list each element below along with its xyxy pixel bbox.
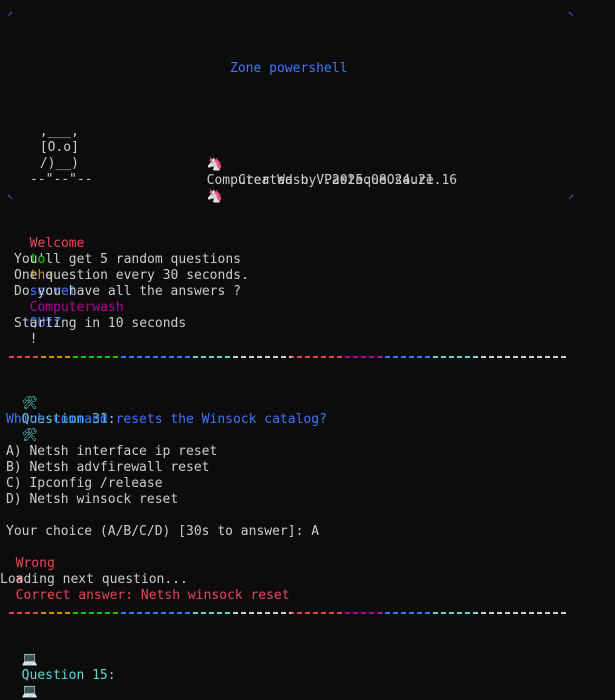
welcome-word: !: [29, 332, 38, 347]
loading-text: Loading next question...: [0, 572, 188, 587]
option-c: C) Ipconfig /release: [6, 476, 163, 491]
separator: [6, 612, 566, 614]
ascii-owl-line-4: --"--"--: [30, 172, 93, 187]
created-by: Created by PastequeOsaure: [238, 173, 434, 188]
intro-line-1: You'll get 5 random questions: [14, 252, 241, 267]
computer-icon: 💻: [21, 652, 38, 667]
question-text: Which command resets the Winsock catalog…: [6, 412, 327, 427]
unicorn-icon: 🦄: [206, 157, 223, 172]
option-b: B) Netsh advfirewall reset: [6, 460, 210, 475]
intro-line-2: One question every 30 seconds.: [14, 268, 249, 283]
starting-countdown: Starting in 10 seconds: [14, 316, 187, 331]
intro-line-3: Do you have all the answers ?: [14, 284, 241, 299]
option-d: D) Netsh winsock reset: [6, 492, 179, 507]
ascii-owl-line-2: [O.o]: [32, 140, 79, 155]
correct-answer: Correct answer: Netsh winsock reset: [15, 588, 290, 603]
computer-icon: 💻: [21, 684, 38, 699]
unicorn-icon: 🦄: [206, 189, 223, 204]
answer-prompt[interactable]: Your choice (A/B/C/D) [30s to answer]: A: [6, 524, 319, 540]
question-title: Question 15:: [21, 668, 116, 683]
hammer-wrench-icon: 🛠: [21, 396, 39, 411]
welcome-word: Computerwash: [29, 300, 124, 315]
option-a: A) Netsh interface ip reset: [6, 444, 218, 459]
separator: [6, 356, 566, 358]
hammer-wrench-icon: 🛠: [21, 428, 39, 443]
ascii-owl-line-3: /)__): [32, 156, 79, 171]
ascii-owl-line-1: ,___,: [32, 124, 79, 139]
zone-title: Zone powershell: [230, 61, 348, 76]
wrong-label: Wrong: [15, 556, 55, 571]
question-header: 💻 Question 15: 💻: [6, 636, 116, 700]
welcome-word: Welcome: [29, 236, 85, 251]
